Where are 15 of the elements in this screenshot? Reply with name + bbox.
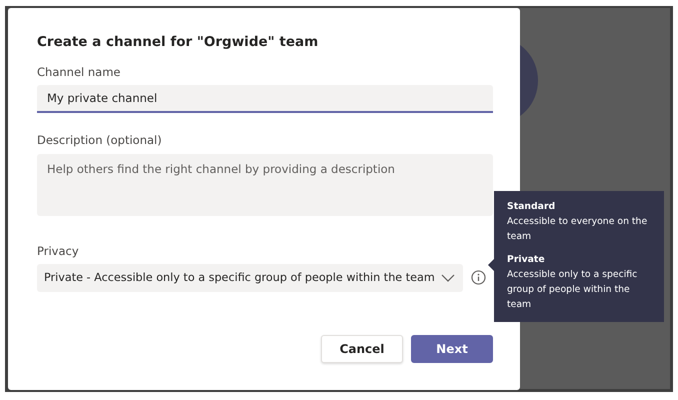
description-field[interactable]: Help others find the right channel by providing a description: [37, 154, 493, 216]
field-label: Privacy: [37, 242, 79, 260]
tooltip-text: Accessible only to a specific group of people within the team: [507, 268, 638, 312]
field-label: Channel name: [37, 64, 120, 82]
field-label: Description (optional): [37, 132, 162, 150]
tooltip-heading: Standard: [507, 200, 556, 214]
dialog-title: Create a channel for "Orgwide" team: [37, 34, 320, 50]
tooltip-text: Accessible to everyone on the team: [507, 215, 648, 244]
next-button[interactable]: Next: [411, 335, 493, 363]
text-field[interactable]: My private channel: [37, 85, 493, 114]
chevron-down-icon: [441, 274, 455, 282]
tooltip-heading: Private: [507, 253, 546, 267]
info-icon[interactable]: [471, 270, 486, 286]
cancel-button[interactable]: Cancel: [321, 335, 403, 363]
privacy-dropdown[interactable]: Private - Accessible only to a specific group of people within the team: [37, 264, 463, 292]
